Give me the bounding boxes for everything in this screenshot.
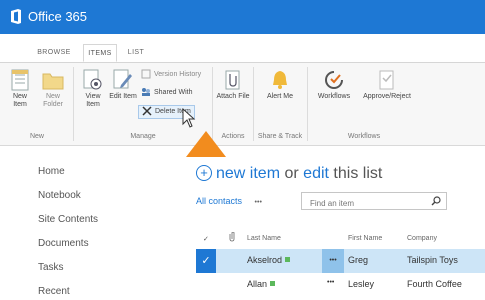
table-row[interactable]: Allan ••• Lesley Fourth Coffee (196, 273, 485, 297)
view-item-icon (83, 69, 102, 90)
edit-item-button[interactable]: Edit Item (108, 69, 138, 101)
new-item-label: New Item (12, 93, 27, 108)
ribbon-divider (253, 67, 254, 141)
alert-me-label: Alert Me (266, 93, 294, 100)
new-item-indicator-icon (270, 281, 276, 286)
ribbon-divider (307, 67, 308, 141)
view-all-contacts[interactable]: All contacts (196, 196, 242, 206)
row-checkbox-checked-icon[interactable]: ✓ (196, 249, 216, 273)
nav-item-notebook[interactable]: Notebook (38, 190, 81, 201)
plus-circle-icon[interactable]: + (196, 165, 212, 181)
first-name-cell: Greg (348, 255, 369, 265)
suite-title[interactable]: Office 365 (28, 9, 87, 24)
annotation-arrow-icon (186, 131, 226, 157)
new-folder-button[interactable]: New Folder (38, 69, 68, 109)
folder-icon (42, 73, 64, 90)
delete-x-icon (142, 106, 152, 116)
list-content: + new item or edit this list All contacts… (196, 160, 485, 300)
nav-item-tasks[interactable]: Tasks (38, 262, 64, 273)
ribbon: New Item New Folder New View Item Edit I… (0, 63, 485, 146)
ribbon-divider (73, 67, 74, 141)
company-cell: Tailspin Toys (407, 255, 458, 265)
approve-reject-button[interactable]: Approve/Reject (358, 69, 416, 101)
group-label-workflows: Workflows (347, 133, 381, 140)
search-icon[interactable] (431, 196, 441, 206)
or-text: or (284, 165, 299, 182)
version-history-label: Version History (154, 71, 202, 78)
group-label-new: New (29, 133, 44, 140)
select-all-check-icon[interactable]: ✓ (203, 235, 209, 243)
view-selector: All contacts ••• (196, 196, 262, 206)
nav-item-site-contents[interactable]: Site Contents (38, 214, 98, 225)
workflows-label: Workflows (317, 93, 351, 100)
approve-reject-icon (379, 70, 394, 90)
edit-item-icon (113, 69, 132, 89)
attach-file-button[interactable]: Attach File (216, 69, 250, 101)
column-header-company[interactable]: Company (407, 235, 437, 242)
new-item-link[interactable]: new item (216, 165, 280, 182)
new-item-indicator-icon (285, 257, 291, 262)
search-input[interactable] (308, 195, 432, 212)
tab-browse[interactable]: BROWSE (33, 44, 75, 62)
tab-items[interactable]: ITEMS (83, 44, 117, 62)
nav-item-recent[interactable]: Recent (38, 286, 70, 297)
shared-with-label: Shared With (154, 89, 193, 96)
view-item-label: View Item (85, 93, 101, 108)
nav-item-home[interactable]: Home (38, 166, 65, 177)
version-history-button[interactable]: Version History (141, 69, 201, 81)
tab-list[interactable]: LIST (121, 44, 151, 62)
company-cell: Fourth Coffee (407, 279, 462, 289)
bell-icon (273, 71, 287, 89)
view-item-button[interactable]: View Item (78, 69, 108, 109)
workflows-button[interactable]: Workflows (312, 69, 356, 101)
people-icon (142, 88, 150, 97)
edit-list-link[interactable]: edit (303, 165, 329, 182)
this-list-text: this list (333, 165, 383, 182)
alert-me-button[interactable]: Alert Me (257, 69, 303, 101)
group-label-share-track: Share & Track (257, 133, 303, 140)
row-ellipsis-button[interactable]: ••• (327, 279, 334, 286)
suite-bar: Office 365 (0, 0, 485, 34)
last-name-link[interactable]: Allan (247, 279, 267, 289)
view-more-ellipsis[interactable]: ••• (255, 199, 262, 206)
ribbon-divider (212, 67, 213, 141)
paperclip-icon (225, 70, 240, 90)
office-logo-icon[interactable] (10, 9, 22, 24)
attach-file-label: Attach File (216, 93, 250, 100)
first-name-cell: Lesley (348, 279, 375, 289)
edit-item-label: Edit Item (109, 93, 137, 100)
last-name-cell[interactable]: Allan (247, 279, 276, 289)
workflows-icon (325, 71, 343, 89)
nav-item-documents[interactable]: Documents (38, 238, 89, 249)
approve-reject-label: Approve/Reject (363, 93, 411, 100)
mouse-cursor-icon (182, 108, 196, 128)
new-folder-label: New Folder (43, 93, 63, 108)
column-header-first-name[interactable]: First Name (348, 235, 382, 242)
last-name-link[interactable]: Akselrod (247, 255, 282, 265)
new-item-heading: + new item or edit this list (196, 165, 382, 183)
attachment-column-icon (229, 232, 235, 242)
row-ellipsis-button[interactable]: ••• (322, 249, 344, 273)
search-box (301, 192, 447, 212)
last-name-cell[interactable]: Akselrod (247, 255, 291, 265)
table-row[interactable]: ✓ Akselrod ••• Greg Tailspin Toys (196, 249, 485, 273)
new-item-icon (11, 69, 29, 91)
shared-with-button[interactable]: Shared With (141, 87, 193, 99)
version-history-icon (141, 69, 151, 79)
column-header-last-name[interactable]: Last Name (247, 235, 281, 242)
new-item-button[interactable]: New Item (6, 69, 34, 109)
ribbon-tabs: BROWSE ITEMS LIST (0, 34, 485, 63)
